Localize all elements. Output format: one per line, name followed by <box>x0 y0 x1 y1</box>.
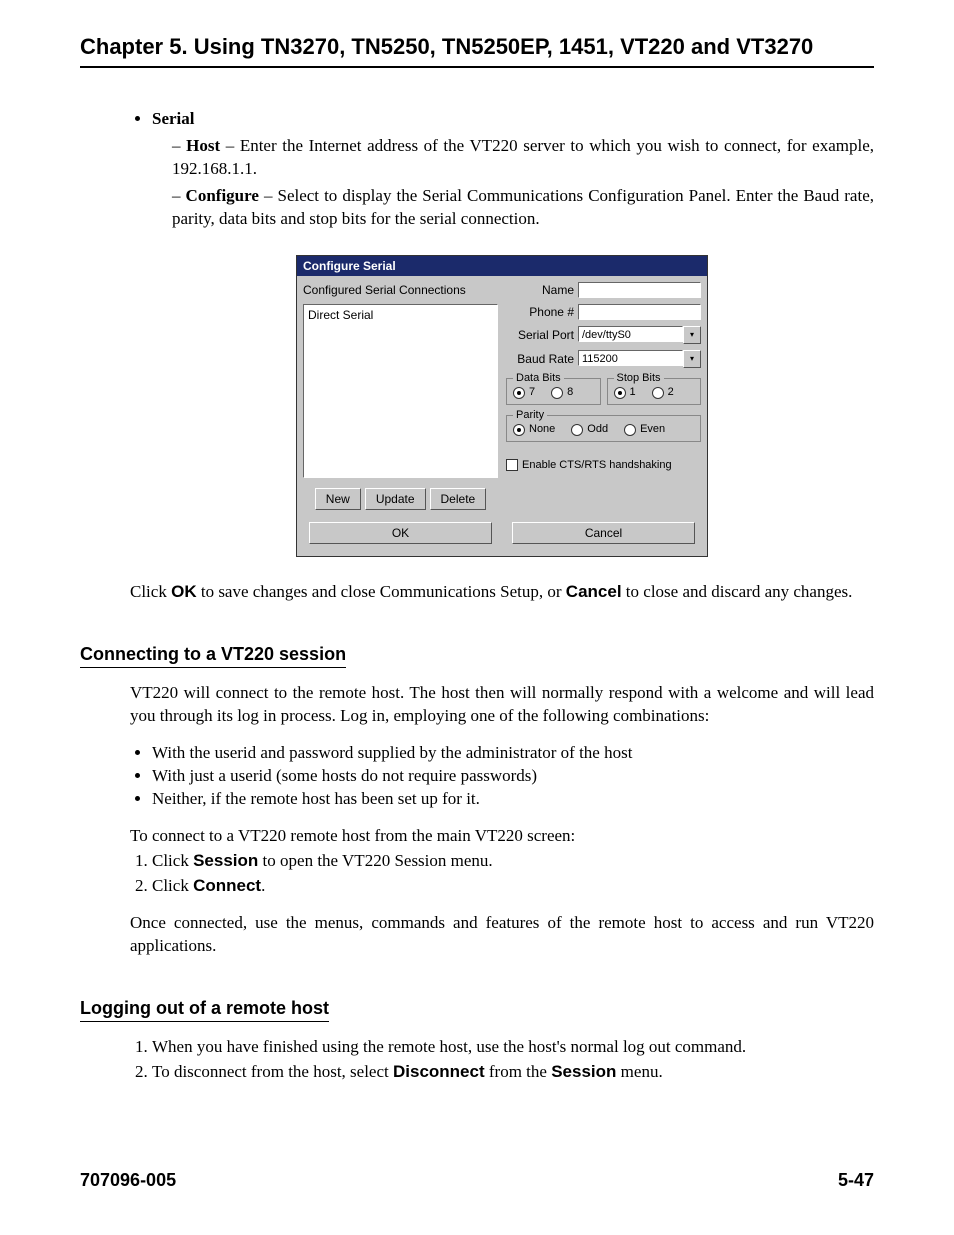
connect-bullet-3: Neither, if the remote host has been set… <box>152 788 874 811</box>
connections-listbox[interactable]: Direct Serial <box>303 304 498 478</box>
connect-outro: Once connected, use the menus, commands … <box>130 912 874 958</box>
connect-bullet-1: With the userid and password supplied by… <box>152 742 874 765</box>
delete-button[interactable]: Delete <box>430 488 487 510</box>
phone-input[interactable] <box>578 304 701 320</box>
baudrate-dropdown-icon[interactable]: ▾ <box>683 350 701 368</box>
ok-button[interactable]: OK <box>309 522 492 544</box>
handshake-checkbox[interactable]: Enable CTS/RTS handshaking <box>506 458 701 473</box>
phone-label: Phone # <box>506 304 574 320</box>
page-number: 5-47 <box>838 1170 874 1191</box>
chapter-header: Chapter 5. Using TN3270, TN5250, TN5250E… <box>80 34 874 68</box>
update-button[interactable]: Update <box>365 488 426 510</box>
name-input[interactable] <box>578 282 701 298</box>
baudrate-label: Baud Rate <box>506 351 574 367</box>
parity-odd-radio[interactable]: Odd <box>571 422 608 437</box>
dialog-title: Configure Serial <box>297 256 707 276</box>
connect-bullet-2: With just a userid (some hosts do not re… <box>152 765 874 788</box>
stopbits-group: Stop Bits 1 2 <box>607 378 702 405</box>
logout-heading: Logging out of a remote host <box>80 998 329 1022</box>
connecting-heading: Connecting to a VT220 session <box>80 644 346 668</box>
serialport-input[interactable]: /dev/ttyS0 <box>578 326 683 342</box>
parity-legend: Parity <box>513 408 547 423</box>
databits-7-radio[interactable]: 7 <box>513 385 535 400</box>
connect-lead2: To connect to a VT220 remote host from t… <box>130 825 874 848</box>
logout-step-2: To disconnect from the host, select Disc… <box>152 1061 874 1084</box>
parity-group: Parity None Odd Even <box>506 415 701 442</box>
databits-group: Data Bits 7 8 <box>506 378 601 405</box>
doc-number: 707096-005 <box>80 1170 176 1191</box>
connect-step-1: Click Session to open the VT220 Session … <box>152 850 874 873</box>
serialport-label: Serial Port <box>506 327 574 343</box>
connect-intro: VT220 will connect to the remote host. T… <box>130 682 874 728</box>
stopbits-1-radio[interactable]: 1 <box>614 385 636 400</box>
after-dialog-text: Click OK to save changes and close Commu… <box>130 581 874 604</box>
name-label: Name <box>506 282 574 298</box>
configured-connections-label: Configured Serial Connections <box>303 282 498 298</box>
cancel-button[interactable]: Cancel <box>512 522 695 544</box>
serial-host-item: Host – Enter the Internet address of the… <box>172 135 874 181</box>
serial-configure-item: Configure – Select to display the Serial… <box>172 185 874 231</box>
databits-legend: Data Bits <box>513 371 564 386</box>
new-button[interactable]: New <box>315 488 361 510</box>
parity-even-radio[interactable]: Even <box>624 422 665 437</box>
list-item[interactable]: Direct Serial <box>308 307 493 323</box>
connect-step-2: Click Connect. <box>152 875 874 898</box>
serial-label: Serial <box>152 109 195 128</box>
serialport-dropdown-icon[interactable]: ▾ <box>683 326 701 344</box>
databits-8-radio[interactable]: 8 <box>551 385 573 400</box>
configure-serial-dialog: Configure Serial Configured Serial Conne… <box>296 255 708 558</box>
checkbox-icon <box>506 459 518 471</box>
baudrate-input[interactable]: 115200 <box>578 350 683 366</box>
logout-step-1: When you have finished using the remote … <box>152 1036 874 1059</box>
serial-list: Serial Host – Enter the Internet address… <box>152 108 874 231</box>
stopbits-legend: Stop Bits <box>614 371 664 386</box>
stopbits-2-radio[interactable]: 2 <box>652 385 674 400</box>
parity-none-radio[interactable]: None <box>513 422 555 437</box>
